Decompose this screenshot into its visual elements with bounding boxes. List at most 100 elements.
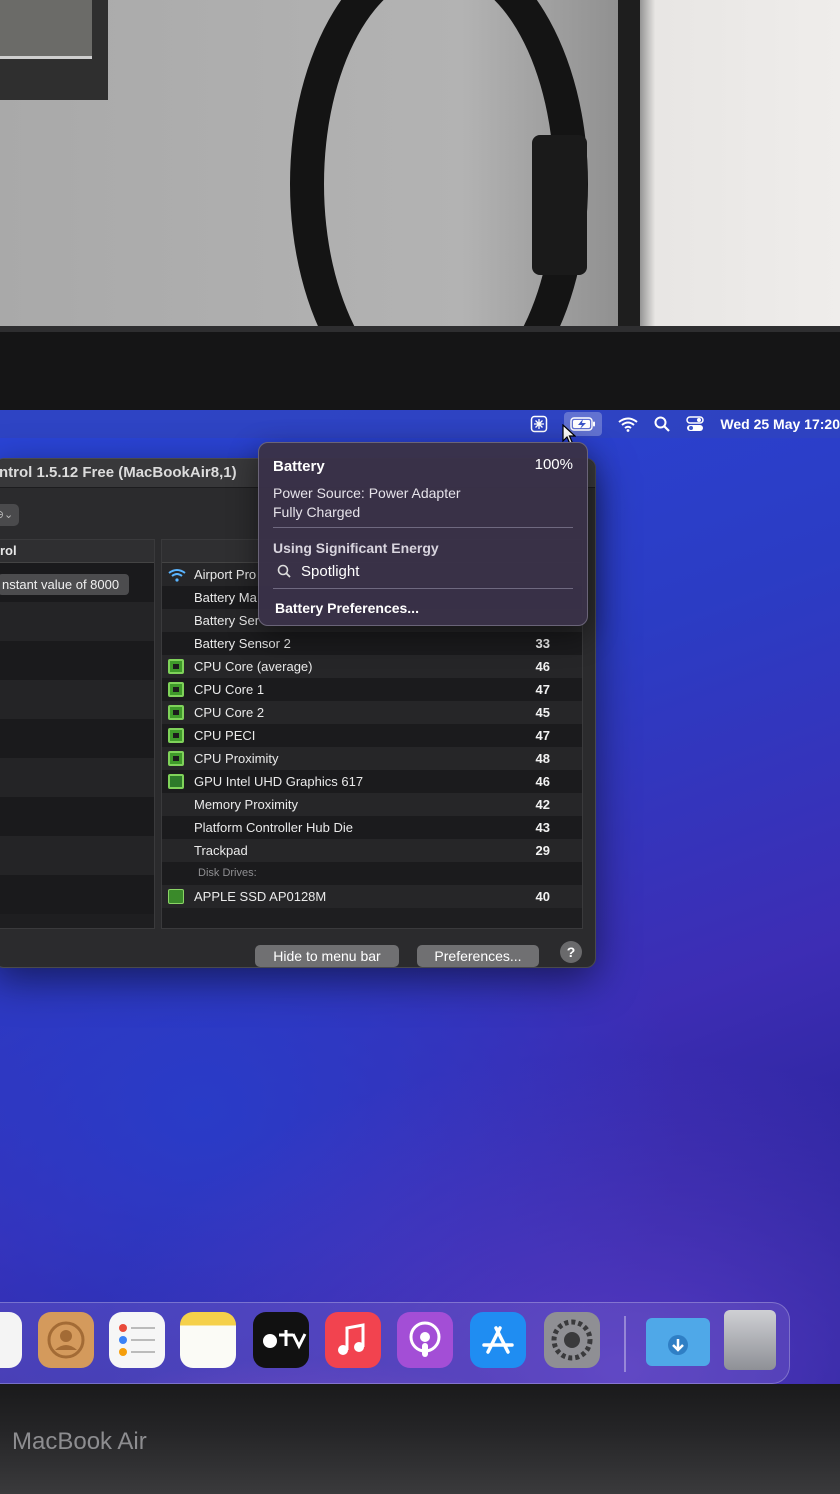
battery-percentage: 100% bbox=[534, 456, 573, 473]
sensor-name: CPU Proximity bbox=[194, 751, 279, 766]
sensor-row[interactable]: Battery Sensor 2 33 bbox=[162, 632, 582, 655]
gpu-icon bbox=[168, 774, 184, 789]
battery-preferences-link[interactable]: Battery Preferences... bbox=[275, 600, 419, 616]
sensor-name: CPU Core 2 bbox=[194, 705, 265, 720]
sensor-value: 46 bbox=[535, 659, 550, 674]
sensor-value: 42 bbox=[535, 797, 550, 812]
download-icon bbox=[668, 1335, 688, 1355]
toolbar-menu-button[interactable]: ⊖⌄ bbox=[0, 504, 19, 526]
sensor-name: Trackpad bbox=[194, 843, 248, 858]
chip-icon bbox=[168, 659, 184, 674]
fans-column-header: rol bbox=[0, 540, 154, 563]
spotlight-search-icon bbox=[277, 564, 291, 578]
snowflake-icon bbox=[531, 415, 548, 433]
ring-light-clamp bbox=[532, 135, 587, 275]
battery-popup-title: Battery bbox=[273, 458, 325, 475]
sensor-value: 48 bbox=[535, 751, 550, 766]
chip-icon bbox=[168, 682, 184, 697]
fan-row[interactable] bbox=[0, 602, 154, 641]
fan-row[interactable] bbox=[0, 641, 154, 680]
sensor-name: Memory Proximity bbox=[194, 797, 299, 812]
sensor-name: CPU PECI bbox=[194, 728, 256, 743]
spotlight-menu-icon[interactable] bbox=[654, 412, 671, 436]
sensor-name: GPU Intel UHD Graphics 617 bbox=[194, 774, 364, 789]
sensor-value: 46 bbox=[535, 774, 550, 789]
trash-dock-icon[interactable] bbox=[724, 1310, 776, 1370]
menu-bar: Wed 25 May 17:20 bbox=[0, 410, 840, 438]
divider bbox=[273, 527, 573, 528]
sensor-name: Battery Ma bbox=[194, 590, 257, 605]
sensor-row[interactable]: Trackpad 29 bbox=[162, 839, 582, 862]
device-label: MacBook Air bbox=[12, 1428, 147, 1455]
chevron-down-icon: ⊖⌄ bbox=[0, 509, 14, 521]
toggle-icon bbox=[686, 416, 705, 431]
tv-dock-icon[interactable] bbox=[253, 1312, 309, 1368]
energy-heading: Using Significant Energy bbox=[273, 540, 439, 556]
sensor-row[interactable]: CPU Core (average) 46 bbox=[162, 655, 582, 678]
sensor-row[interactable]: Platform Controller Hub Die 43 bbox=[162, 816, 582, 839]
fan-control-setting-button[interactable]: nstant value of 8000 bbox=[0, 574, 130, 595]
app-store-icon bbox=[482, 1326, 514, 1354]
sensor-name: Airport Pro bbox=[194, 567, 257, 582]
screen: Wed 25 May 17:20 ntrol 1.5.12 Free (MacB… bbox=[0, 410, 840, 1386]
ssd-icon bbox=[168, 889, 184, 904]
downloads-folder-dock-icon[interactable] bbox=[646, 1318, 710, 1366]
sensor-row[interactable]: CPU PECI 47 bbox=[162, 724, 582, 747]
search-icon bbox=[654, 416, 671, 432]
sensor-row[interactable]: Memory Proximity 42 bbox=[162, 793, 582, 816]
person-icon bbox=[47, 1321, 85, 1359]
battery-menu-popup: Battery 100% Power Source: Power Adapter… bbox=[258, 442, 588, 626]
music-note-icon bbox=[338, 1323, 365, 1355]
dock-separator bbox=[624, 1316, 626, 1372]
checklist-icon bbox=[119, 1324, 155, 1356]
sensor-row[interactable]: CPU Core 1 47 bbox=[162, 678, 582, 701]
app-store-dock-icon[interactable] bbox=[470, 1312, 526, 1368]
help-button[interactable]: ? bbox=[560, 941, 582, 963]
gear-icon bbox=[551, 1319, 593, 1361]
fan-row[interactable] bbox=[0, 875, 154, 914]
menu-extra-icon[interactable] bbox=[530, 412, 548, 436]
apple-tv-icon bbox=[263, 1330, 307, 1350]
contacts-dock-icon[interactable] bbox=[38, 1312, 94, 1368]
fan-row[interactable] bbox=[0, 719, 154, 758]
picture-frame bbox=[0, 0, 108, 100]
hide-to-menu-bar-button[interactable]: Hide to menu bar bbox=[255, 945, 399, 967]
sensor-row[interactable]: GPU Intel UHD Graphics 617 46 bbox=[162, 770, 582, 793]
chip-icon bbox=[168, 728, 184, 743]
wifi-menu-icon[interactable] bbox=[618, 412, 639, 436]
fan-row[interactable] bbox=[0, 758, 154, 797]
energy-app-spotlight[interactable]: Spotlight bbox=[301, 563, 359, 580]
sensor-value: 47 bbox=[535, 682, 550, 697]
preferences-button[interactable]: Preferences... bbox=[417, 945, 539, 967]
fan-row[interactable] bbox=[0, 797, 154, 836]
sensor-name: APPLE SSD AP0128M bbox=[194, 889, 327, 904]
sensor-name: Battery Ser bbox=[194, 613, 260, 628]
podcasts-dock-icon[interactable] bbox=[397, 1312, 453, 1368]
sensor-row[interactable]: CPU Core 2 45 bbox=[162, 701, 582, 724]
notes-dock-icon[interactable] bbox=[180, 1312, 236, 1368]
power-source-text: Power Source: Power Adapter bbox=[273, 485, 461, 501]
charge-status-text: Fully Charged bbox=[273, 504, 361, 520]
chip-icon bbox=[168, 751, 184, 766]
sensor-row[interactable]: APPLE SSD AP0128M 40 bbox=[162, 885, 582, 908]
sensor-value: 40 bbox=[535, 889, 550, 904]
sensor-name: Battery Sensor 2 bbox=[194, 636, 291, 651]
sensor-name: Platform Controller Hub Die bbox=[194, 820, 353, 835]
system-preferences-dock-icon[interactable] bbox=[544, 1312, 600, 1368]
calendar-dock-icon[interactable] bbox=[0, 1312, 22, 1368]
chip-icon bbox=[168, 705, 184, 720]
sensor-row[interactable]: CPU Proximity 48 bbox=[162, 747, 582, 770]
sensor-value: 29 bbox=[535, 843, 550, 858]
fan-row[interactable] bbox=[0, 680, 154, 719]
fan-row[interactable] bbox=[0, 836, 154, 875]
podcast-icon bbox=[409, 1321, 441, 1357]
music-dock-icon[interactable] bbox=[325, 1312, 381, 1368]
section-label: Disk Drives: bbox=[198, 867, 257, 879]
sensor-name: CPU Core 1 bbox=[194, 682, 265, 697]
menu-clock[interactable]: Wed 25 May 17:20 bbox=[720, 412, 840, 436]
window-title: ntrol 1.5.12 Free (MacBookAir8,1) bbox=[0, 464, 237, 481]
reminders-dock-icon[interactable] bbox=[109, 1312, 165, 1368]
sensor-value: 33 bbox=[535, 636, 550, 651]
control-center-menu-icon[interactable] bbox=[686, 412, 705, 436]
divider bbox=[273, 588, 573, 589]
